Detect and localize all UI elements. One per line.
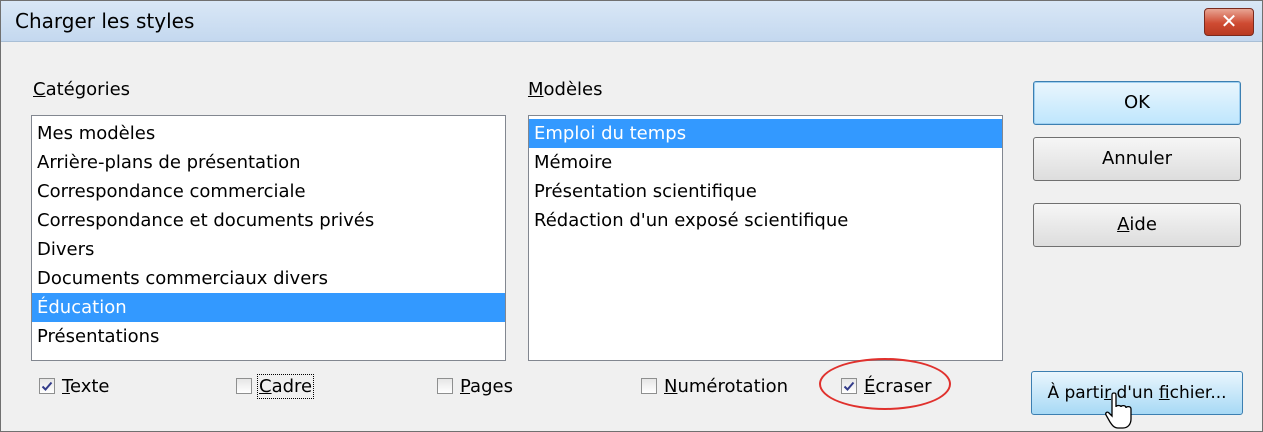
cancel-label: Annuler xyxy=(1101,148,1172,169)
category-item[interactable]: Correspondance et documents privés xyxy=(32,206,505,235)
templates-label: Modèles xyxy=(528,79,603,100)
frame-label: Cadre xyxy=(256,373,315,399)
pages-label: Pages xyxy=(460,375,513,397)
template-item[interactable]: Mémoire xyxy=(529,148,1002,177)
template-item-selected[interactable]: Emploi du temps xyxy=(529,119,1002,148)
category-item[interactable]: Documents commerciaux divers xyxy=(32,264,505,293)
category-item[interactable]: Présentations xyxy=(32,322,505,351)
highlight-ring xyxy=(819,358,951,410)
checkbox-unchecked[interactable] xyxy=(437,378,453,394)
checkbox-checked[interactable] xyxy=(39,378,55,394)
template-item[interactable]: Rédaction d'un exposé scientifique xyxy=(529,206,1002,235)
text-label: Texte xyxy=(62,375,110,397)
category-item-selected[interactable]: Éducation xyxy=(32,293,505,322)
checkbox-unchecked[interactable] xyxy=(641,378,657,394)
category-item[interactable]: Correspondance commerciale xyxy=(32,177,505,206)
category-item[interactable]: Divers xyxy=(32,235,505,264)
cancel-button[interactable]: Annuler xyxy=(1033,137,1241,181)
dialog-title: Charger les styles xyxy=(15,9,195,33)
text-checkbox[interactable]: Texte xyxy=(39,373,109,399)
numbering-checkbox[interactable]: Numérotation xyxy=(641,373,788,399)
category-item[interactable]: Arrière-plans de présentation xyxy=(32,148,505,177)
frame-checkbox[interactable]: Cadre xyxy=(236,373,315,399)
title-bar[interactable]: Charger les styles ✕ xyxy=(1,1,1262,42)
pages-checkbox[interactable]: Pages xyxy=(437,373,513,399)
from-file-label: À partir d'un fichier... xyxy=(1047,383,1227,403)
numbering-label: Numérotation xyxy=(664,375,789,397)
close-icon: ✕ xyxy=(1220,9,1238,33)
from-file-button[interactable]: À partir d'un fichier... xyxy=(1031,371,1243,415)
checkbox-unchecked[interactable] xyxy=(236,378,252,394)
template-item[interactable]: Présentation scientifique xyxy=(529,177,1002,206)
ok-button[interactable]: OK xyxy=(1033,81,1241,125)
checkmark-icon xyxy=(41,381,53,391)
hand-cursor-icon xyxy=(1105,392,1132,429)
ok-label: OK xyxy=(1124,92,1150,113)
categories-listbox[interactable]: Mes modèles Arrière-plans de présentatio… xyxy=(31,115,506,361)
categories-label: Catégories xyxy=(33,79,131,100)
help-button[interactable]: Aide xyxy=(1033,203,1241,247)
category-item[interactable]: Mes modèles xyxy=(32,119,505,148)
close-button[interactable]: ✕ xyxy=(1204,8,1254,36)
templates-listbox[interactable]: Emploi du temps Mémoire Présentation sci… xyxy=(528,115,1003,361)
help-label: Aide xyxy=(1117,214,1157,235)
load-styles-dialog: Charger les styles ✕ Catégories Mes modè… xyxy=(0,0,1263,432)
